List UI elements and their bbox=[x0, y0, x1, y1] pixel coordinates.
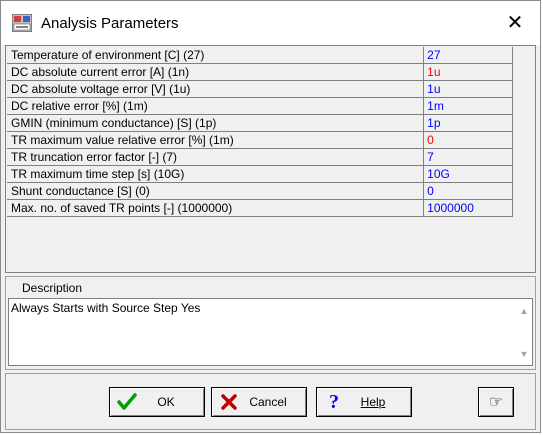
parameter-row[interactable]: Max. no. of saved TR points [-] (1000000… bbox=[7, 199, 513, 217]
parameter-name: TR truncation error factor [-] (7) bbox=[7, 148, 425, 166]
description-scrollbar[interactable]: ▲ ▼ bbox=[516, 299, 532, 365]
cancel-button[interactable]: Cancel bbox=[211, 387, 307, 417]
parameter-row[interactable]: DC absolute current error [A] (1n) 1u bbox=[7, 63, 513, 81]
pointer-button[interactable]: ☞ bbox=[478, 387, 514, 417]
parameter-value[interactable]: 10G bbox=[423, 165, 513, 183]
x-icon bbox=[218, 391, 240, 413]
parameter-name: DC absolute current error [A] (1n) bbox=[7, 63, 425, 81]
title-bar: Analysis Parameters ✕ bbox=[1, 1, 540, 45]
description-label: Description bbox=[22, 281, 83, 295]
description-panel: Description Always Starts with Source St… bbox=[5, 276, 536, 370]
scroll-up-icon[interactable]: ▲ bbox=[519, 306, 529, 316]
parameter-row[interactable]: TR truncation error factor [-] (7) 7 bbox=[7, 148, 513, 166]
cancel-label: Cancel bbox=[249, 395, 287, 409]
parameter-value[interactable]: 1u bbox=[423, 80, 513, 98]
parameter-name: Temperature of environment [C] (27) bbox=[7, 47, 425, 64]
parameter-row[interactable]: TR maximum time step [s] (10G) 10G bbox=[7, 165, 513, 183]
parameter-value[interactable]: 1u bbox=[423, 63, 513, 81]
button-bar: OK Cancel ? Help ☞ bbox=[5, 373, 536, 430]
question-icon: ? bbox=[329, 390, 339, 413]
parameter-row[interactable]: Shunt conductance [S] (0) 0 bbox=[7, 182, 513, 200]
description-field[interactable]: Always Starts with Source Step Yes ▲ ▼ bbox=[8, 298, 533, 366]
description-text: Always Starts with Source Step Yes bbox=[11, 301, 201, 315]
parameter-row[interactable]: DC absolute voltage error [V] (1u) 1u bbox=[7, 80, 513, 98]
ok-label: OK bbox=[157, 395, 175, 409]
parameter-name: Shunt conductance [S] (0) bbox=[7, 182, 425, 200]
parameter-name: DC absolute voltage error [V] (1u) bbox=[7, 80, 425, 98]
parameter-name: TR maximum value relative error [%] (1m) bbox=[7, 131, 425, 149]
help-label: Help bbox=[360, 395, 386, 409]
parameter-name: DC relative error [%] (1m) bbox=[7, 97, 425, 115]
parameter-value[interactable]: 0 bbox=[423, 182, 513, 200]
parameter-name: Max. no. of saved TR points [-] (1000000… bbox=[7, 199, 425, 217]
parameter-value[interactable]: 7 bbox=[423, 148, 513, 166]
scroll-down-icon[interactable]: ▼ bbox=[519, 349, 529, 359]
parameter-value[interactable]: 1000000 bbox=[423, 199, 513, 217]
pointing-hand-icon: ☞ bbox=[488, 394, 504, 411]
parameters-table: Temperature of environment [C] (27) 27 DC … bbox=[7, 47, 513, 217]
help-button[interactable]: ? Help bbox=[316, 387, 412, 417]
parameter-name: GMIN (minimum conductance) [S] (1p) bbox=[7, 114, 425, 132]
parameters-grid: Temperature of environment [C] (27) 27 DC … bbox=[5, 45, 536, 273]
app-icon bbox=[12, 14, 32, 32]
parameter-value[interactable]: 1p bbox=[423, 114, 513, 132]
parameter-value[interactable]: 0 bbox=[423, 131, 513, 149]
parameter-value[interactable]: 1m bbox=[423, 97, 513, 115]
window-title: Analysis Parameters bbox=[41, 15, 179, 32]
parameter-value[interactable]: 27 bbox=[423, 47, 513, 64]
checkmark-icon bbox=[116, 391, 138, 413]
parameter-row[interactable]: Temperature of environment [C] (27) 27 bbox=[7, 47, 513, 64]
parameter-row[interactable]: TR maximum value relative error [%] (1m)… bbox=[7, 131, 513, 149]
close-icon[interactable]: ✕ bbox=[502, 11, 528, 35]
parameter-row[interactable]: GMIN (minimum conductance) [S] (1p) 1p bbox=[7, 114, 513, 132]
parameter-name: TR maximum time step [s] (10G) bbox=[7, 165, 425, 183]
analysis-parameters-dialog: Analysis Parameters ✕ Temperature of env… bbox=[0, 0, 541, 433]
parameter-row[interactable]: DC relative error [%] (1m) 1m bbox=[7, 97, 513, 115]
ok-button[interactable]: OK bbox=[109, 387, 205, 417]
